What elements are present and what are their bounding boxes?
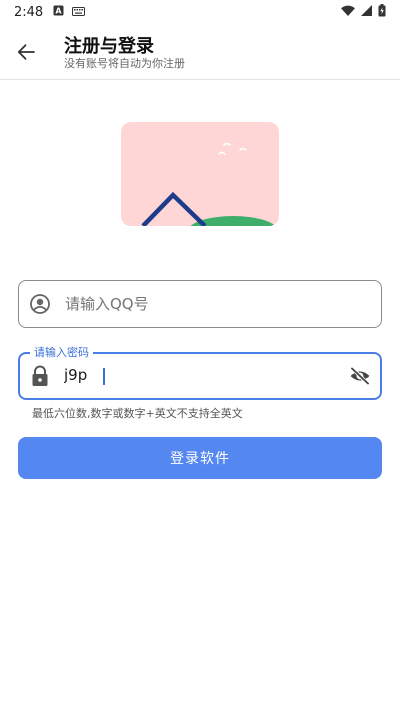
svg-text:A: A xyxy=(56,6,63,15)
arrow-back-icon xyxy=(17,44,35,60)
password-field[interactable]: 请输入密码 xyxy=(18,344,382,400)
qq-number-input[interactable] xyxy=(65,289,355,319)
app-bar: 注册与登录 没有账号将自动为你注册 xyxy=(0,24,400,80)
wifi-icon xyxy=(341,5,355,20)
keyboard-icon xyxy=(72,5,86,20)
lock-icon xyxy=(29,365,51,387)
illustration-image xyxy=(121,122,279,226)
qq-number-field[interactable] xyxy=(18,280,382,328)
text-cursor xyxy=(103,368,105,385)
notification-a-icon: A xyxy=(53,5,64,20)
password-hint: 最低六位数,数字或数字+英文不支持全英文 xyxy=(32,407,243,420)
signal-icon xyxy=(361,4,372,20)
back-button[interactable] xyxy=(10,36,42,68)
page-subtitle: 没有账号将自动为你注册 xyxy=(64,57,185,70)
status-time: 2:48 xyxy=(14,4,44,20)
image-placeholder-icon xyxy=(141,142,276,226)
account-circle-icon xyxy=(29,293,51,315)
login-button[interactable]: 登录软件 xyxy=(18,437,382,479)
status-bar: 2:48 A xyxy=(0,0,400,24)
password-label: 请输入密码 xyxy=(30,344,93,360)
visibility-off-icon[interactable] xyxy=(348,364,372,388)
battery-icon xyxy=(378,3,386,21)
password-input[interactable] xyxy=(64,360,354,390)
